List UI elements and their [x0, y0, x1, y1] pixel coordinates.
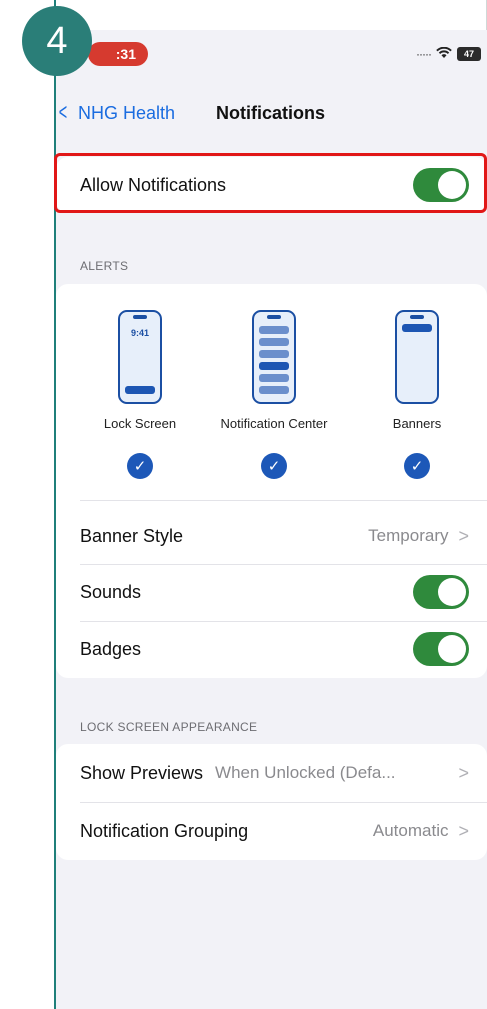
- chevron-left-icon: <: [58, 99, 68, 126]
- signal-dots-icon: ·····: [416, 47, 432, 61]
- alerts-section-label: ALERTS: [80, 259, 129, 273]
- allow-notifications-row: Allow Notifications: [56, 157, 487, 213]
- status-bar: :31 ····· 47: [56, 38, 487, 66]
- wifi-icon: [436, 46, 452, 62]
- chevron-right-icon: >: [458, 820, 469, 841]
- banners-phone-icon: [395, 310, 439, 404]
- lock-screen-phone-icon: 9:41: [118, 310, 162, 404]
- toggle-knob: [438, 171, 466, 199]
- allow-notifications-card: Allow Notifications: [56, 157, 487, 213]
- sounds-toggle[interactable]: [413, 575, 469, 609]
- chevron-right-icon: >: [458, 525, 469, 546]
- allow-notifications-toggle[interactable]: [413, 168, 469, 202]
- navigation-bar: < NHG Health Notifications: [56, 96, 487, 130]
- alert-style-label: Lock Screen: [103, 416, 177, 431]
- status-icons: ····· 47: [416, 46, 481, 62]
- alert-style-banners[interactable]: Banners ✓: [347, 310, 487, 479]
- back-label: NHG Health: [78, 102, 176, 123]
- badges-label: Badges: [80, 638, 142, 659]
- lock-screen-section-label: LOCK SCREEN APPEARANCE: [80, 720, 258, 734]
- alert-style-label: Banners: [392, 416, 442, 431]
- status-time: :31: [88, 42, 148, 66]
- badges-toggle[interactable]: [413, 632, 469, 666]
- banner-style-label: Banner Style: [80, 525, 184, 546]
- allow-notifications-label: Allow Notifications: [80, 174, 227, 195]
- sounds-row: Sounds: [56, 563, 487, 621]
- notification-grouping-label: Notification Grouping: [80, 820, 249, 841]
- banner-style-value: Temporary: [368, 526, 449, 545]
- page-title: Notifications: [216, 102, 326, 123]
- toggle-knob: [438, 635, 466, 663]
- back-button[interactable]: < NHG Health: [56, 96, 175, 130]
- badges-row: Badges: [56, 620, 487, 678]
- checkmark-icon[interactable]: ✓: [404, 453, 430, 479]
- alerts-card: 9:41 Lock Screen ✓ Notification Center ✓: [56, 284, 487, 678]
- show-previews-row[interactable]: Show Previews When Unlocked (Defa... >: [56, 744, 487, 802]
- show-previews-value: When Unlocked (Defa...: [215, 763, 396, 782]
- divider: [80, 500, 487, 501]
- lock-screen-card: Show Previews When Unlocked (Defa... > N…: [56, 744, 487, 860]
- notification-center-phone-icon: [252, 310, 296, 404]
- show-previews-label: Show Previews: [80, 762, 204, 783]
- chevron-right-icon: >: [458, 762, 469, 783]
- notification-grouping-row[interactable]: Notification Grouping Automatic >: [56, 802, 487, 860]
- alert-styles: 9:41 Lock Screen ✓ Notification Center ✓: [56, 310, 487, 490]
- battery-icon: 47: [457, 47, 481, 61]
- toggle-knob: [438, 578, 466, 606]
- step-badge: 4: [22, 6, 92, 76]
- alert-style-lock-screen[interactable]: 9:41 Lock Screen ✓: [70, 310, 210, 479]
- sounds-label: Sounds: [80, 581, 142, 602]
- banner-style-row[interactable]: Banner Style Temporary >: [56, 507, 487, 565]
- alert-style-notification-center[interactable]: Notification Center ✓: [204, 310, 344, 479]
- notification-grouping-value: Automatic: [372, 821, 449, 840]
- checkmark-icon[interactable]: ✓: [261, 453, 287, 479]
- checkmark-icon[interactable]: ✓: [127, 453, 153, 479]
- alert-style-label: Notification Center: [220, 416, 328, 431]
